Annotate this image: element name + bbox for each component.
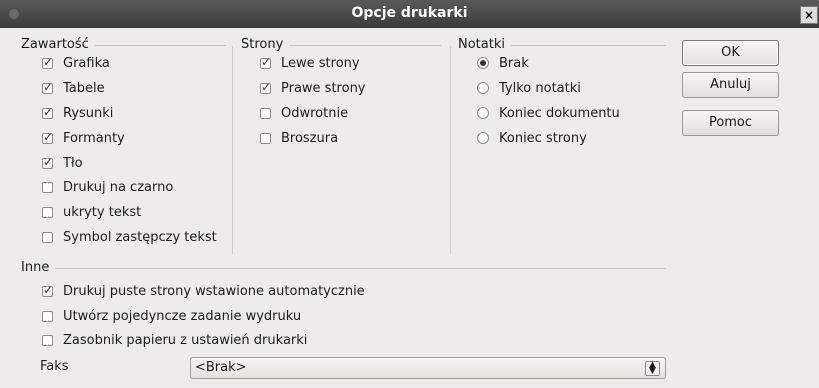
faks-select[interactable]: <Brak> ▲ ▼ [190, 357, 666, 379]
checkbox-drukuj-na-czarno[interactable]: Drukuj na czarno [42, 178, 173, 196]
checkbox-pojedyncze-zadanie[interactable]: Utwórz pojedyncze zadanie wydruku [42, 307, 301, 325]
radio-brak[interactable]: Brak [477, 54, 529, 72]
radio-circle[interactable] [477, 82, 489, 94]
checkbox-box[interactable] [260, 80, 271, 94]
group-inne-label: Inne [21, 259, 50, 275]
radio-tylko-notatki[interactable]: Tylko notatki [477, 79, 581, 97]
checkbox-box[interactable] [42, 130, 53, 144]
checkbox-formanty[interactable]: Formanty [42, 129, 125, 147]
faks-select-value: <Brak> [195, 360, 247, 375]
checkbox-ukryty-tekst[interactable]: ukryty tekst [42, 203, 141, 221]
group-notatki-label: Notatki [458, 36, 505, 52]
chevron-up-down-icon: ▲ ▼ [645, 361, 660, 376]
checkbox-box[interactable] [42, 105, 53, 119]
radio-circle[interactable] [477, 132, 489, 144]
radio-koniec-strony[interactable]: Koniec strony [477, 129, 587, 147]
checkbox-box[interactable] [42, 55, 53, 69]
group-divider [55, 267, 666, 269]
checkbox-tlo[interactable]: Tło [42, 154, 83, 172]
column-separator [450, 46, 451, 254]
dialog-title: Opcje drukarki [351, 5, 468, 21]
print-options-dialog: Opcje drukarki × Zawartość Grafika Tabel… [0, 0, 819, 388]
radio-circle[interactable] [477, 57, 489, 69]
checkbox-rysunki[interactable]: Rysunki [42, 104, 113, 122]
checkbox-prawe-strony[interactable]: Prawe strony [260, 79, 366, 97]
faks-label: Faks [40, 358, 69, 374]
checkbox-box[interactable] [42, 181, 53, 193]
checkbox-grafika[interactable]: Grafika [42, 54, 110, 72]
column-separator [232, 46, 233, 254]
close-button[interactable]: × [800, 6, 818, 24]
checkbox-box[interactable] [42, 334, 53, 346]
checkbox-box[interactable] [42, 80, 53, 94]
checkbox-box[interactable] [42, 155, 53, 169]
cancel-button[interactable]: Anuluj [682, 72, 779, 98]
title-bar: Opcje drukarki × [0, 0, 819, 28]
checkbox-box[interactable] [42, 283, 53, 297]
checkbox-box[interactable] [260, 55, 271, 69]
checkbox-drukuj-puste-strony[interactable]: Drukuj puste strony wstawione automatycz… [42, 282, 365, 300]
checkbox-symbol-zastepczy[interactable]: Symbol zastępczy tekst [42, 228, 217, 246]
checkbox-box[interactable] [42, 231, 53, 243]
help-button[interactable]: Pomoc [682, 110, 779, 136]
group-divider [510, 44, 666, 46]
ok-button[interactable]: OK [682, 40, 779, 66]
checkbox-box[interactable] [260, 107, 271, 119]
group-divider [94, 44, 226, 46]
radio-circle[interactable] [477, 107, 489, 119]
group-divider [289, 44, 441, 46]
checkbox-box[interactable] [42, 206, 53, 218]
checkbox-box[interactable] [42, 310, 53, 322]
checkbox-zasobnik-papieru[interactable]: Zasobnik papieru z ustawień drukarki [42, 331, 307, 349]
group-zawartosc-label: Zawartość [21, 36, 89, 52]
checkbox-tabele[interactable]: Tabele [42, 79, 105, 97]
group-strony-label: Strony [241, 36, 284, 52]
checkbox-box[interactable] [260, 132, 271, 144]
checkbox-broszura[interactable]: Broszura [260, 129, 338, 147]
radio-koniec-dokumentu[interactable]: Koniec dokumentu [477, 104, 620, 122]
checkbox-odwrotnie[interactable]: Odwrotnie [260, 104, 348, 122]
checkbox-lewe-strony[interactable]: Lewe strony [260, 54, 360, 72]
